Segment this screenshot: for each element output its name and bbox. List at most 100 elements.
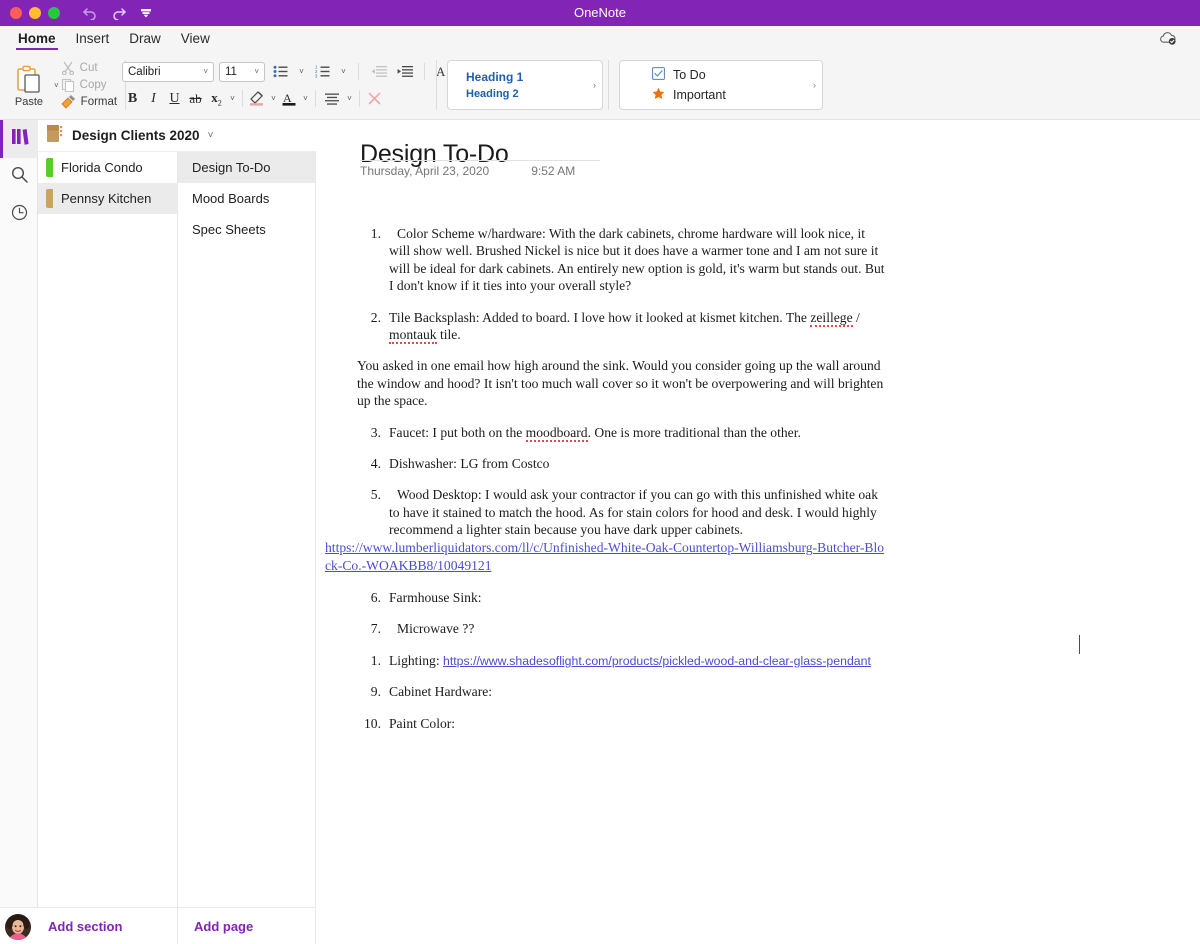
list-text[interactable]: Color Scheme w/hardware: With the dark c… bbox=[389, 225, 887, 295]
page-date[interactable]: Thursday, April 23, 2020 bbox=[360, 164, 489, 178]
highlight-icon[interactable] bbox=[247, 88, 268, 109]
list-item[interactable]: 5. Wood Desktop: I would ask your contra… bbox=[357, 486, 887, 538]
section-item-florida-condo[interactable]: Florida Condo bbox=[38, 152, 177, 183]
avatar[interactable] bbox=[5, 914, 31, 940]
list-text[interactable]: Paint Color: bbox=[389, 715, 887, 732]
redo-icon[interactable] bbox=[111, 6, 127, 20]
list-number: 6. bbox=[370, 589, 381, 605]
list-number: 9. bbox=[370, 684, 381, 700]
text-fragment: Faucet: I put both on the bbox=[389, 424, 526, 440]
styles-gallery[interactable]: Heading 1 Heading 2 › bbox=[447, 60, 603, 110]
list-item[interactable]: 6. Farmhouse Sink: bbox=[357, 589, 887, 606]
list-text[interactable]: Cabinet Hardware: bbox=[389, 683, 887, 700]
notebook-header[interactable]: Design Clients 2020 ˅ bbox=[38, 120, 316, 152]
section-item-pennsy-kitchen[interactable]: Pennsy Kitchen bbox=[38, 183, 177, 214]
align-icon[interactable] bbox=[320, 88, 344, 109]
copy-button[interactable]: Copy bbox=[61, 78, 117, 92]
paragraph[interactable]: You asked in one email how high around t… bbox=[357, 357, 887, 409]
page-item-spec-sheets[interactable]: Spec Sheets bbox=[178, 214, 315, 245]
shades-of-light-link[interactable]: https://www.shadesoflight.com/products/p… bbox=[443, 654, 871, 668]
page-body[interactable]: 1. Color Scheme w/hardware: With the dar… bbox=[325, 225, 887, 746]
underline-icon[interactable]: U bbox=[164, 88, 185, 109]
misspelled-word: zeillege bbox=[810, 309, 853, 327]
styles-expand-chevron-icon[interactable]: › bbox=[593, 80, 596, 90]
increase-indent-icon[interactable] bbox=[394, 61, 415, 82]
customize-toolbar-icon[interactable] bbox=[140, 7, 152, 19]
highlight-chevron-icon[interactable]: ˅ bbox=[268, 94, 279, 103]
tab-home[interactable]: Home bbox=[8, 31, 66, 50]
ribbon-group-clipboard: Paste ˅ Cut Copy Format bbox=[6, 50, 127, 120]
page-item-mood-boards[interactable]: Mood Boards bbox=[178, 183, 315, 214]
subscript-chevron-icon[interactable]: ˅ bbox=[227, 94, 238, 103]
italic-icon[interactable]: I bbox=[143, 88, 164, 109]
numbered-list-chevron-icon[interactable]: ˅ bbox=[338, 67, 349, 76]
pages-list: Design To-Do Mood Boards Spec Sheets bbox=[178, 152, 316, 907]
add-section-label: Add section bbox=[48, 918, 123, 934]
list-item[interactable]: 7. Microwave ?? bbox=[357, 620, 887, 637]
chevron-down-icon: ˅ bbox=[254, 67, 259, 76]
title-divider bbox=[360, 160, 600, 161]
maximize-window-button[interactable] bbox=[48, 7, 60, 19]
delete-icon[interactable] bbox=[364, 88, 385, 109]
list-text[interactable]: Dishwasher: LG from Costco bbox=[389, 455, 887, 472]
rail-item-recent[interactable] bbox=[0, 196, 38, 234]
font-family-select[interactable]: Calibri ˅ bbox=[122, 61, 214, 82]
section-color-swatch bbox=[46, 189, 53, 208]
list-item[interactable]: 9. Cabinet Hardware: bbox=[357, 683, 887, 700]
cloud-sync-icon[interactable] bbox=[1158, 30, 1178, 51]
list-item[interactable]: 3. Faucet: I put both on the moodboard. … bbox=[357, 424, 887, 442]
lumber-liquidators-link[interactable]: https://www.lumberliquidators.com/ll/c/U… bbox=[325, 539, 887, 574]
list-text[interactable]: Tile Backsplash: Added to board. I love … bbox=[389, 309, 887, 344]
close-window-button[interactable] bbox=[10, 7, 22, 19]
bullet-list-icon[interactable] bbox=[270, 61, 291, 82]
list-item[interactable]: 2. Tile Backsplash: Added to board. I lo… bbox=[357, 309, 887, 344]
tag-important[interactable]: Important bbox=[652, 87, 822, 103]
page-canvas[interactable]: Design To-Do Thursday, April 23, 2020 9:… bbox=[317, 120, 1200, 943]
list-item[interactable]: 10. Paint Color: bbox=[357, 715, 887, 732]
paste-button[interactable]: Paste bbox=[6, 63, 52, 108]
rail-item-notebooks[interactable] bbox=[0, 120, 38, 158]
style-heading-2[interactable]: Heading 2 bbox=[466, 88, 602, 100]
window-controls[interactable] bbox=[0, 7, 60, 19]
list-text[interactable]: Microwave ?? bbox=[389, 620, 887, 637]
notebook-chevron-down-icon[interactable]: ˅ bbox=[208, 130, 214, 141]
format-painter-button[interactable]: Format bbox=[61, 95, 117, 109]
tags-expand-chevron-icon[interactable]: › bbox=[813, 80, 816, 90]
font-color-icon[interactable]: A bbox=[279, 88, 300, 109]
minimize-window-button[interactable] bbox=[29, 7, 41, 19]
align-chevron-icon[interactable]: ˅ bbox=[344, 94, 355, 103]
bullet-list-chevron-icon[interactable]: ˅ bbox=[296, 67, 307, 76]
page-time[interactable]: 9:52 AM bbox=[531, 164, 575, 178]
ribbon-tabs[interactable]: Home Insert Draw View bbox=[0, 26, 1200, 100]
list-item[interactable]: 4. Dishwasher: LG from Costco bbox=[357, 455, 887, 472]
numbered-list-icon[interactable]: 123 bbox=[312, 61, 333, 82]
rail-item-search[interactable] bbox=[0, 158, 38, 196]
style-heading-1[interactable]: Heading 1 bbox=[466, 70, 602, 84]
ribbon-group-font: Calibri ˅ 11 ˅ ˅ 123 ˅ A B I U ab x2 ˅ ˅… bbox=[122, 50, 458, 120]
strikethrough-icon[interactable]: ab bbox=[185, 88, 206, 109]
decrease-indent-icon[interactable] bbox=[368, 61, 389, 82]
add-page-button[interactable]: Add page bbox=[178, 908, 316, 944]
subscript-icon[interactable]: x2 bbox=[206, 88, 227, 109]
list-text[interactable]: Lighting: https://www.shadesoflight.com/… bbox=[389, 652, 887, 670]
font-color-chevron-icon[interactable]: ˅ bbox=[300, 94, 311, 103]
bottom-bar: Add section Add page bbox=[0, 907, 316, 944]
add-section-button[interactable]: Add section bbox=[48, 908, 178, 944]
quick-access-toolbar[interactable] bbox=[82, 6, 152, 20]
cut-button[interactable]: Cut bbox=[61, 61, 117, 75]
undo-icon[interactable] bbox=[82, 6, 98, 20]
list-text[interactable]: Farmhouse Sink: bbox=[389, 589, 887, 606]
tab-draw[interactable]: Draw bbox=[119, 31, 171, 50]
bold-icon[interactable]: B bbox=[122, 88, 143, 109]
tags-gallery[interactable]: To Do Important › bbox=[619, 60, 823, 110]
tab-view[interactable]: View bbox=[171, 31, 220, 50]
font-size-select[interactable]: 11 ˅ bbox=[219, 61, 265, 82]
list-item[interactable]: 1. Color Scheme w/hardware: With the dar… bbox=[357, 225, 887, 295]
paste-dropdown-chevron-icon[interactable]: ˅ bbox=[54, 81, 59, 90]
list-text[interactable]: Wood Desktop: I would ask your contracto… bbox=[389, 486, 887, 538]
tab-insert[interactable]: Insert bbox=[66, 31, 120, 50]
tag-to-do[interactable]: To Do bbox=[652, 67, 822, 83]
page-item-design-to-do[interactable]: Design To-Do bbox=[178, 152, 315, 183]
list-text[interactable]: Faucet: I put both on the moodboard. One… bbox=[389, 424, 887, 442]
list-item[interactable]: 1. Lighting: https://www.shadesoflight.c… bbox=[357, 652, 887, 670]
